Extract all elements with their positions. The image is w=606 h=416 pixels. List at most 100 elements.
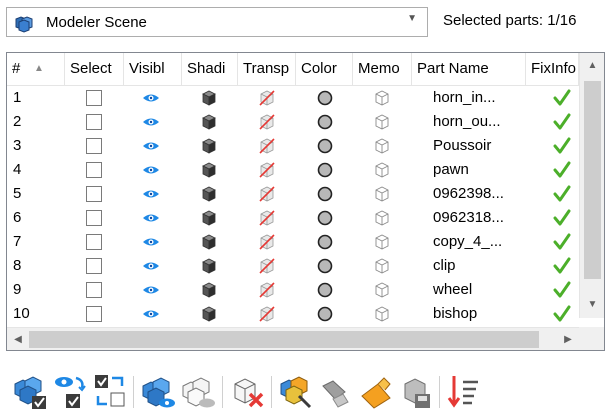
table-row[interactable]: 8 clip: [7, 254, 579, 278]
visible-eye-icon[interactable]: [142, 209, 160, 227]
visible-eye-icon[interactable]: [142, 281, 160, 299]
color-swatch-icon[interactable]: [316, 233, 334, 251]
row-select-checkbox[interactable]: [86, 210, 102, 226]
fill-tool-icon[interactable]: [318, 372, 354, 410]
row-select-checkbox[interactable]: [86, 90, 102, 106]
shaded-cube-icon[interactable]: [200, 113, 218, 131]
row-select-checkbox[interactable]: [86, 234, 102, 250]
save-parts-icon[interactable]: [398, 372, 434, 410]
table-row[interactable]: 6 0962318...: [7, 206, 579, 230]
transparency-off-icon[interactable]: [258, 233, 276, 251]
column-header-memo[interactable]: Memo: [353, 53, 412, 85]
scene-selector[interactable]: Modeler Scene ▼: [6, 7, 428, 37]
scroll-right-icon[interactable]: ▶: [557, 328, 579, 350]
horizontal-scroll-thumb[interactable]: [29, 331, 539, 348]
visible-eye-icon[interactable]: [142, 257, 160, 275]
color-swatch-icon[interactable]: [316, 185, 334, 203]
transparency-off-icon[interactable]: [258, 89, 276, 107]
visible-eye-icon[interactable]: [142, 113, 160, 131]
color-swatch-icon[interactable]: [316, 161, 334, 179]
column-header-part-name[interactable]: Part Name: [412, 53, 526, 85]
color-swatch-icon[interactable]: [316, 89, 334, 107]
shaded-cube-icon[interactable]: [200, 89, 218, 107]
chevron-down-icon[interactable]: ▼: [407, 13, 417, 24]
table-row[interactable]: 4 pawn: [7, 158, 579, 182]
show-parts-icon[interactable]: [140, 372, 176, 410]
vertical-scroll-thumb[interactable]: [584, 81, 601, 279]
row-select-checkbox[interactable]: [86, 114, 102, 130]
shaded-cube-icon[interactable]: [200, 305, 218, 323]
transparency-off-icon[interactable]: [258, 161, 276, 179]
table-row[interactable]: 7 copy_4_...: [7, 230, 579, 254]
row-select-checkbox[interactable]: [86, 162, 102, 178]
transparency-off-icon[interactable]: [258, 257, 276, 275]
transparency-off-icon[interactable]: [258, 185, 276, 203]
table-row[interactable]: 3 Poussoir: [7, 134, 579, 158]
shaded-cube-icon[interactable]: [200, 257, 218, 275]
hide-parts-icon[interactable]: [180, 372, 216, 410]
select-all-parts-icon[interactable]: [12, 372, 48, 410]
memo-cube-icon[interactable]: [373, 209, 391, 227]
delete-parts-icon[interactable]: [230, 372, 266, 410]
row-select-checkbox[interactable]: [86, 258, 102, 274]
table-row[interactable]: 1 horn_in...: [7, 86, 579, 110]
paint-icon[interactable]: [358, 372, 394, 410]
transparency-off-icon[interactable]: [258, 113, 276, 131]
memo-cube-icon[interactable]: [373, 161, 391, 179]
memo-cube-icon[interactable]: [373, 137, 391, 155]
color-swatch-icon[interactable]: [316, 137, 334, 155]
memo-cube-icon[interactable]: [373, 281, 391, 299]
shaded-cube-icon[interactable]: [200, 281, 218, 299]
transparency-off-icon[interactable]: [258, 137, 276, 155]
visible-eye-icon[interactable]: [142, 233, 160, 251]
memo-cube-icon[interactable]: [373, 89, 391, 107]
memo-cube-icon[interactable]: [373, 305, 391, 323]
row-select-checkbox[interactable]: [86, 138, 102, 154]
color-swatch-icon[interactable]: [316, 209, 334, 227]
visible-eye-icon[interactable]: [142, 305, 160, 323]
color-swatch-icon[interactable]: [316, 281, 334, 299]
row-select-checkbox[interactable]: [86, 306, 102, 322]
vertical-scrollbar[interactable]: ▲ ▼: [579, 53, 604, 318]
shaded-cube-icon[interactable]: [200, 209, 218, 227]
transparency-off-icon[interactable]: [258, 305, 276, 323]
transparency-off-icon[interactable]: [258, 281, 276, 299]
color-swatch-icon[interactable]: [316, 257, 334, 275]
shaded-cube-icon[interactable]: [200, 185, 218, 203]
transparency-off-icon[interactable]: [258, 209, 276, 227]
column-header-shading[interactable]: Shadi: [182, 53, 238, 85]
visible-eye-icon[interactable]: [142, 89, 160, 107]
memo-cube-icon[interactable]: [373, 185, 391, 203]
row-select-checkbox[interactable]: [86, 186, 102, 202]
scroll-down-icon[interactable]: ▼: [580, 292, 604, 318]
color-swatch-icon[interactable]: [316, 305, 334, 323]
memo-cube-icon[interactable]: [373, 113, 391, 131]
color-parts-icon[interactable]: [278, 372, 314, 410]
column-header-transparency[interactable]: Transp: [238, 53, 296, 85]
table-row[interactable]: 10 bishop: [7, 302, 579, 326]
column-header-number[interactable]: # ▲: [7, 53, 65, 85]
shaded-cube-icon[interactable]: [200, 233, 218, 251]
visible-eye-icon[interactable]: [142, 185, 160, 203]
sort-parts-icon[interactable]: [446, 372, 482, 410]
shaded-cube-icon[interactable]: [200, 137, 218, 155]
visible-eye-icon[interactable]: [142, 137, 160, 155]
visible-eye-icon[interactable]: [142, 161, 160, 179]
toggle-visibility-icon[interactable]: [52, 372, 88, 410]
horizontal-scrollbar[interactable]: ◀ ▶: [7, 327, 579, 350]
shaded-cube-icon[interactable]: [200, 161, 218, 179]
column-header-select[interactable]: Select: [65, 53, 124, 85]
memo-cube-icon[interactable]: [373, 257, 391, 275]
column-header-visible[interactable]: Visibl: [124, 53, 182, 85]
scroll-up-icon[interactable]: ▲: [580, 53, 604, 79]
column-header-color[interactable]: Color: [296, 53, 353, 85]
row-select-checkbox[interactable]: [86, 282, 102, 298]
table-row[interactable]: 9 wheel: [7, 278, 579, 302]
table-row[interactable]: 5 0962398...: [7, 182, 579, 206]
scroll-left-icon[interactable]: ◀: [7, 328, 29, 350]
column-header-fixinfo[interactable]: FixInfo: [526, 53, 579, 85]
memo-cube-icon[interactable]: [373, 233, 391, 251]
table-row[interactable]: 2 horn_ou...: [7, 110, 579, 134]
invert-selection-icon[interactable]: [92, 372, 128, 410]
color-swatch-icon[interactable]: [316, 113, 334, 131]
